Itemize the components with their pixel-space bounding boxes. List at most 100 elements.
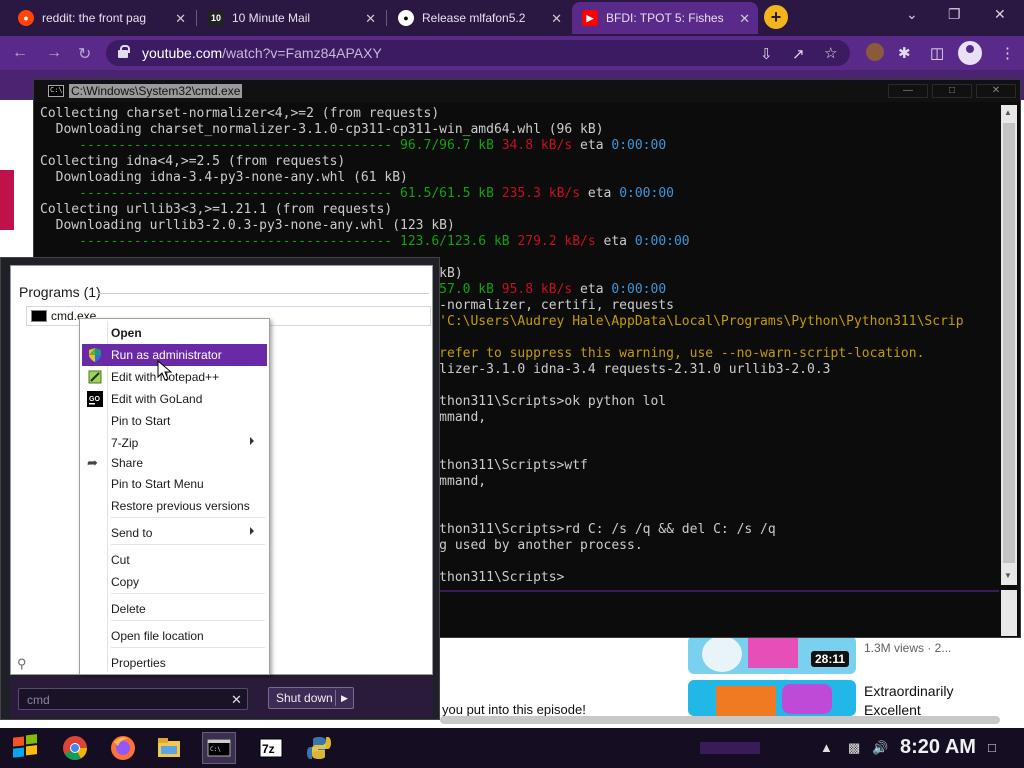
browser-toolbar: ← → ↻ youtube.com/watch?v=Famz84APAXY ⇩ … — [0, 36, 1024, 70]
close-icon[interactable]: ✕ — [976, 84, 1016, 98]
console-text: eta — [572, 138, 612, 153]
console-text: 235.3 kB/s — [493, 186, 581, 201]
console-line: Downloading urllib3-2.0.3-py3-none-any.w… — [40, 218, 1004, 234]
menu-item-open[interactable]: Open — [82, 322, 267, 344]
install-app-icon[interactable]: ⇩ — [760, 45, 773, 63]
taskbar-chrome[interactable] — [58, 732, 92, 764]
profile-avatar[interactable] — [958, 41, 982, 65]
maximize-icon[interactable]: □ — [932, 84, 972, 98]
side-panel-icon[interactable]: ◫ — [930, 44, 944, 62]
console-text: 95.8 kB/s — [493, 282, 573, 297]
menu-item-delete[interactable]: Delete — [82, 598, 267, 620]
restore-window-icon[interactable]: ❐ — [948, 6, 961, 23]
close-icon[interactable]: ✕ — [175, 11, 186, 27]
address-bar[interactable]: youtube.com/watch?v=Famz84APAXY ⇩ ↗ ☆ — [106, 40, 850, 66]
cmd-lower-scrollbar[interactable] — [1001, 590, 1017, 636]
menu-item-run-as-administrator[interactable]: Run as administrator — [82, 344, 267, 366]
tab-separator — [386, 10, 387, 26]
scrollbar-thumb[interactable] — [1003, 123, 1015, 563]
console-text: ----------------------------------------… — [40, 186, 494, 201]
svg-text:7z: 7z — [262, 742, 275, 756]
tab-label: BFDI: TPOT 5: Fishes — [606, 11, 724, 25]
menu-item-share[interactable]: ➦ Share — [82, 452, 267, 474]
back-arrow-icon[interactable]: ← — [12, 44, 28, 62]
start-search-input[interactable]: cmd ✕ — [18, 688, 248, 710]
youtube-icon: ▶ — [582, 10, 598, 26]
shutdown-options-arrow-icon[interactable]: ▶ — [335, 690, 353, 706]
menu-item-edit-goland[interactable]: GO Edit with GoLand — [82, 388, 267, 410]
scroll-up-icon[interactable]: ▲ — [1004, 108, 1012, 117]
python-icon — [307, 737, 331, 759]
reload-icon[interactable]: ↻ — [78, 44, 91, 64]
chevron-down-icon[interactable]: ⌄ — [906, 6, 918, 23]
tab-10-minute-mail[interactable]: 10 10 Minute Mail ✕ — [198, 2, 384, 34]
menu-item-label: Open file location — [111, 629, 204, 643]
taskbar-firefox[interactable] — [106, 732, 140, 764]
close-icon[interactable]: ✕ — [551, 11, 562, 27]
7zip-icon: 7z — [259, 738, 283, 758]
tab-reddit[interactable]: ● reddit: the front pag ✕ — [8, 2, 194, 34]
menu-kebab-icon[interactable]: ⋮ — [1000, 44, 1015, 62]
video-thumbnail[interactable] — [688, 680, 856, 716]
console-line: ----------------------------------------… — [40, 234, 1004, 250]
menu-item-open-file-location[interactable]: Open file location — [82, 625, 267, 647]
taskbar-7zip[interactable]: 7z — [254, 732, 288, 764]
extension-avatar-icon[interactable] — [866, 43, 884, 61]
menu-item-pin-to-start[interactable]: Pin to Start — [82, 410, 267, 432]
menu-item-label: Edit with GoLand — [111, 392, 203, 406]
menu-item-restore-previous-versions[interactable]: Restore previous versions — [82, 495, 267, 517]
menu-item-pin-to-start-menu[interactable]: Pin to Start Menu — [82, 473, 267, 495]
menu-item-copy[interactable]: Copy — [82, 571, 267, 593]
console-text: Downloading urllib3-2.0.3-py3-none-any.w… — [40, 218, 455, 233]
thumbnail-character — [748, 636, 798, 668]
share-icon[interactable]: ↗ — [792, 45, 805, 63]
menu-item-7zip[interactable]: 7-Zip — [82, 432, 267, 454]
start-menu-bottom-bar: cmd ✕ Shut down ▶ — [10, 678, 433, 718]
menu-item-label: Delete — [111, 602, 146, 616]
video-title[interactable]: Extraordinarily Excellent — [864, 682, 974, 720]
svg-text:GO: GO — [89, 396, 100, 403]
menu-item-label: Copy — [111, 575, 140, 589]
submenu-arrow-icon — [250, 527, 254, 535]
menu-item-send-to[interactable]: Send to — [82, 522, 267, 544]
lock-icon[interactable] — [118, 45, 130, 58]
extensions-puzzle-icon[interactable]: ✱ — [898, 44, 911, 62]
reddit-icon: ● — [18, 10, 34, 26]
firefox-icon — [111, 736, 135, 760]
menu-item-edit-notepadpp[interactable]: Edit with Notepad++ — [82, 366, 267, 388]
tab-youtube-bfdi[interactable]: ▶ BFDI: TPOT 5: Fishes ✕ — [572, 2, 758, 34]
taskbar-clock[interactable]: 8:20 AM — [900, 736, 976, 759]
network-icon[interactable]: ▩ — [848, 740, 860, 756]
close-icon[interactable]: ✕ — [739, 11, 750, 27]
menu-item-label: Properties — [111, 656, 166, 670]
taskbar-cmd[interactable]: C:\ — [202, 732, 236, 764]
taskbar-file-explorer[interactable] — [152, 732, 186, 764]
forward-arrow-icon[interactable]: → — [46, 44, 62, 62]
scroll-down-icon[interactable]: ▼ — [1004, 571, 1012, 580]
cmd-titlebar[interactable]: C:\Windows\System32\cmd.exe — □ ✕ — [34, 80, 1020, 102]
new-tab-button[interactable]: + — [764, 5, 788, 29]
close-icon[interactable]: ✕ — [365, 11, 376, 27]
show-hidden-icons-icon[interactable]: ▲ — [820, 740, 833, 755]
menu-item-label: Share — [111, 456, 144, 470]
notifications-icon[interactable]: □ — [988, 740, 996, 755]
start-button[interactable] — [10, 734, 40, 762]
close-window-icon[interactable]: ✕ — [994, 6, 1006, 23]
taskbar-python[interactable] — [302, 732, 336, 764]
search-icon: ⚲ — [17, 656, 27, 671]
menu-item-label: Restore previous versions — [111, 499, 250, 513]
cmd-vertical-scrollbar[interactable]: ▲ ▼ — [1001, 105, 1017, 585]
bookmark-star-icon[interactable]: ☆ — [824, 44, 837, 62]
menu-item-cut[interactable]: Cut — [82, 549, 267, 571]
thumbnail-character — [782, 684, 832, 714]
clear-search-icon[interactable]: ✕ — [231, 692, 242, 708]
shutdown-button[interactable]: Shut down ▶ — [268, 687, 354, 709]
volume-icon[interactable]: 🔊 — [872, 740, 888, 756]
github-icon: ● — [398, 10, 414, 26]
menu-item-properties[interactable]: Properties — [82, 652, 267, 674]
horizontal-scrollbar[interactable] — [440, 716, 1000, 724]
menu-item-label: Send to — [111, 526, 153, 540]
menu-item-label: Pin to Start Menu — [111, 477, 204, 491]
minimize-icon[interactable]: — — [888, 84, 928, 98]
tab-github-release[interactable]: ● Release mlfafon5.2 ✕ — [388, 2, 570, 34]
